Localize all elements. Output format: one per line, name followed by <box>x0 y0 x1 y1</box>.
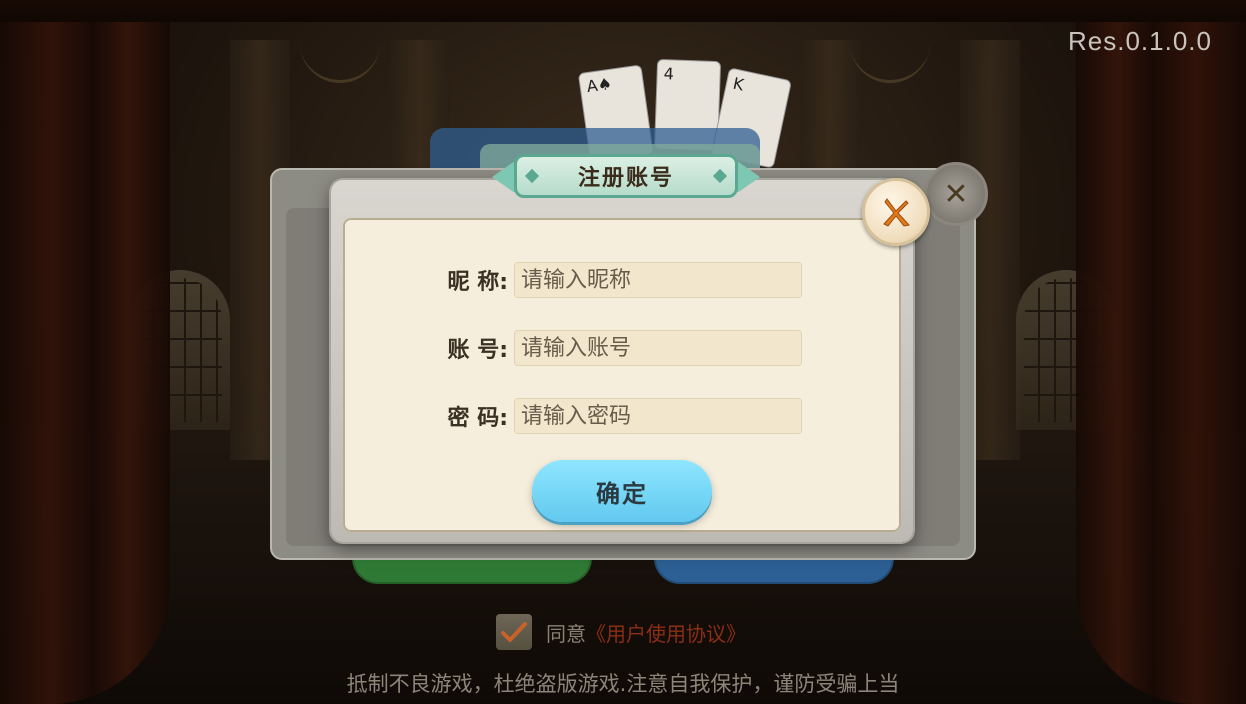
password-label: 密 码: <box>447 406 508 431</box>
title-plate: 注册账号 <box>514 154 738 198</box>
agreement-checkbox[interactable] <box>496 614 532 650</box>
card-pip: K <box>731 73 746 95</box>
login-close-icon: ✕ <box>924 162 988 226</box>
close-button[interactable] <box>862 178 930 246</box>
card-pip: A♠ <box>585 73 614 97</box>
password-row: 密 码: <box>412 397 802 435</box>
version-label: Res.0.1.0.0 <box>1068 26 1212 56</box>
checkmark-icon <box>501 622 527 642</box>
nickname-row: 昵 称: <box>412 261 802 299</box>
confirm-button[interactable]: 确定 <box>532 460 712 522</box>
user-agreement-link[interactable]: 《用户使用协议》 <box>586 618 746 647</box>
diamond-ornament-icon <box>524 168 540 184</box>
password-input[interactable] <box>514 398 802 434</box>
card-pip: 4 <box>663 64 675 84</box>
nickname-label: 昵 称: <box>447 270 508 295</box>
nickname-input[interactable] <box>514 262 802 298</box>
agreement-prefix: 同意 <box>546 621 586 646</box>
account-input[interactable] <box>514 330 802 366</box>
dialog-title-banner: 注册账号 <box>492 144 760 204</box>
health-notice: 抵制不良游戏，杜绝盗版游戏.注意自我保护，谨防受骗上当 <box>346 672 900 696</box>
account-row: 账 号: <box>412 329 802 367</box>
close-x-icon <box>883 198 910 227</box>
agreement-row: 同意 《用户使用协议》 <box>496 614 746 650</box>
account-label: 账 号: <box>447 338 508 363</box>
diamond-ornament-icon <box>712 168 728 184</box>
dialog-title: 注册账号 <box>577 166 674 191</box>
